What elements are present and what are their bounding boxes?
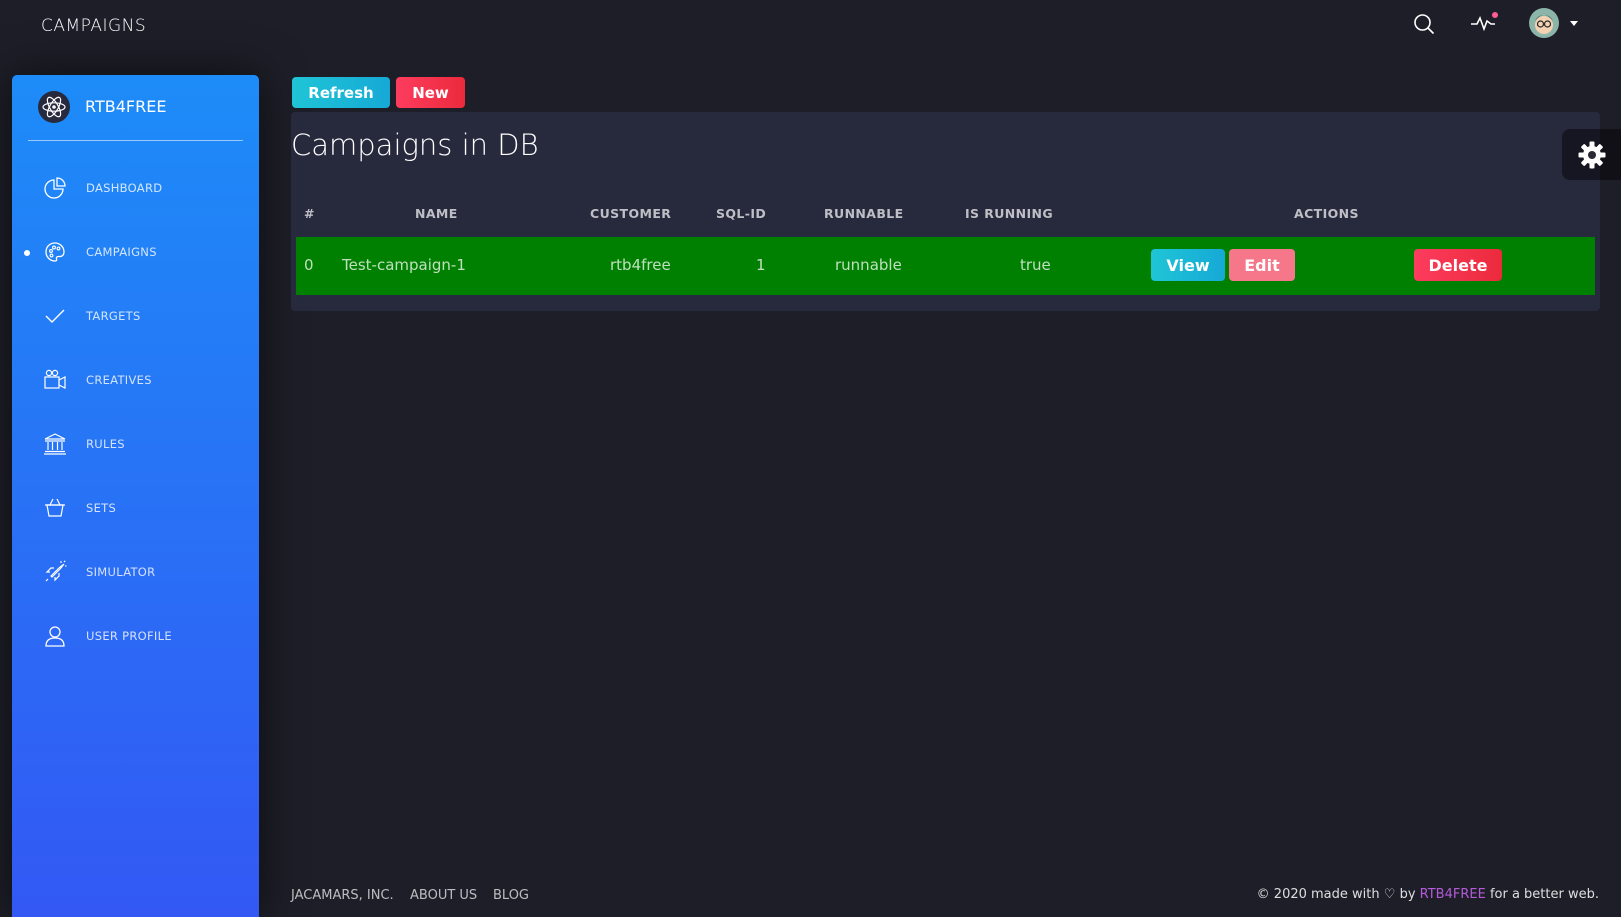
- sidebar-item-rules[interactable]: RULES: [12, 423, 259, 467]
- delete-button[interactable]: Delete: [1414, 249, 1502, 281]
- cell-index: 0: [304, 256, 314, 274]
- footer-link-company[interactable]: JACAMARS, INC.: [291, 888, 394, 903]
- sidebar-item-label: RULES: [86, 437, 125, 451]
- sidebar-item-user-profile[interactable]: USER PROFILE: [12, 615, 259, 659]
- column-header-runnable: RUNNABLE: [824, 206, 904, 221]
- column-header-name: NAME: [415, 206, 458, 221]
- column-header-customer: CUSTOMER: [590, 206, 672, 221]
- settings-toggle[interactable]: [1562, 129, 1621, 180]
- edit-button[interactable]: Edit: [1229, 249, 1295, 281]
- new-campaign-button[interactable]: New: [396, 77, 465, 108]
- cell-runnable: runnable: [835, 256, 902, 274]
- sidebar-item-label: SIMULATOR: [86, 565, 156, 579]
- cell-name: Test-campaign-1: [342, 256, 466, 274]
- copyright-suffix: for a better web.: [1489, 887, 1599, 902]
- spaceship-icon: [42, 559, 68, 585]
- refresh-button[interactable]: Refresh: [292, 77, 390, 108]
- sidebar-item-simulator[interactable]: SIMULATOR: [12, 551, 259, 595]
- copyright-prefix: © 2020 made with: [1256, 887, 1380, 902]
- column-header-sql-id: SQL-ID: [716, 206, 767, 221]
- pulse-icon[interactable]: [1468, 8, 1500, 36]
- footer-link-blog[interactable]: BLOG: [493, 888, 529, 903]
- card-title: Campaigns in DB: [291, 128, 539, 162]
- page-title[interactable]: CAMPAIGNS: [41, 16, 146, 36]
- sidebar-item-label: USER PROFILE: [86, 629, 172, 643]
- sidebar-item-label: TARGETS: [86, 309, 141, 323]
- check-icon: [42, 303, 68, 329]
- sidebar-item-creatives[interactable]: CREATIVES: [12, 359, 259, 403]
- sidebar-item-sets[interactable]: SETS: [12, 487, 259, 531]
- basket-icon: [42, 495, 68, 521]
- user-icon: [42, 623, 68, 649]
- sidebar-logo[interactable]: RTB4FREE: [28, 89, 243, 141]
- column-header-is-running: IS RUNNING: [965, 206, 1054, 221]
- view-button[interactable]: View: [1151, 249, 1225, 281]
- sidebar-logo-text: RTB4FREE: [85, 97, 167, 116]
- brand-link[interactable]: RTB4FREE: [1420, 887, 1486, 902]
- sidebar-item-dashboard[interactable]: DASHBOARD: [12, 167, 259, 211]
- sidebar-item-label: DASHBOARD: [86, 181, 163, 195]
- copyright-by: by: [1399, 887, 1416, 902]
- cell-customer: rtb4free: [610, 256, 671, 274]
- top-navbar: CAMPAIGNS: [0, 0, 1621, 52]
- palette-icon: [42, 239, 68, 265]
- video-camera-icon: [42, 367, 68, 393]
- avatar[interactable]: [1528, 7, 1580, 39]
- sidebar-item-label: SETS: [86, 501, 117, 515]
- cell-is-running: true: [1020, 256, 1051, 274]
- search-icon[interactable]: [1410, 10, 1438, 38]
- bank-icon: [42, 431, 68, 457]
- atom-icon: [38, 91, 70, 123]
- footer-link-about[interactable]: ABOUT US: [410, 888, 477, 903]
- table-row: [296, 237, 1595, 295]
- active-indicator: [24, 250, 30, 256]
- column-header-actions: ACTIONS: [1294, 206, 1359, 221]
- cell-sql-id: 1: [756, 256, 766, 274]
- gear-icon: [1578, 141, 1605, 168]
- sidebar-item-targets[interactable]: TARGETS: [12, 295, 259, 339]
- column-header-index: #: [304, 206, 315, 221]
- heart-icon: ♡: [1383, 887, 1396, 902]
- copyright: © 2020 made with ♡ by RTB4FREE for a bet…: [1257, 887, 1599, 902]
- pie-chart-icon: [42, 175, 68, 201]
- sidebar: RTB4FREE DASHBOARD CAMPAIGNS TARGETS CRE…: [12, 75, 259, 917]
- sidebar-item-label: CAMPAIGNS: [86, 245, 157, 259]
- sidebar-item-campaigns[interactable]: CAMPAIGNS: [12, 231, 259, 275]
- sidebar-item-label: CREATIVES: [86, 373, 152, 387]
